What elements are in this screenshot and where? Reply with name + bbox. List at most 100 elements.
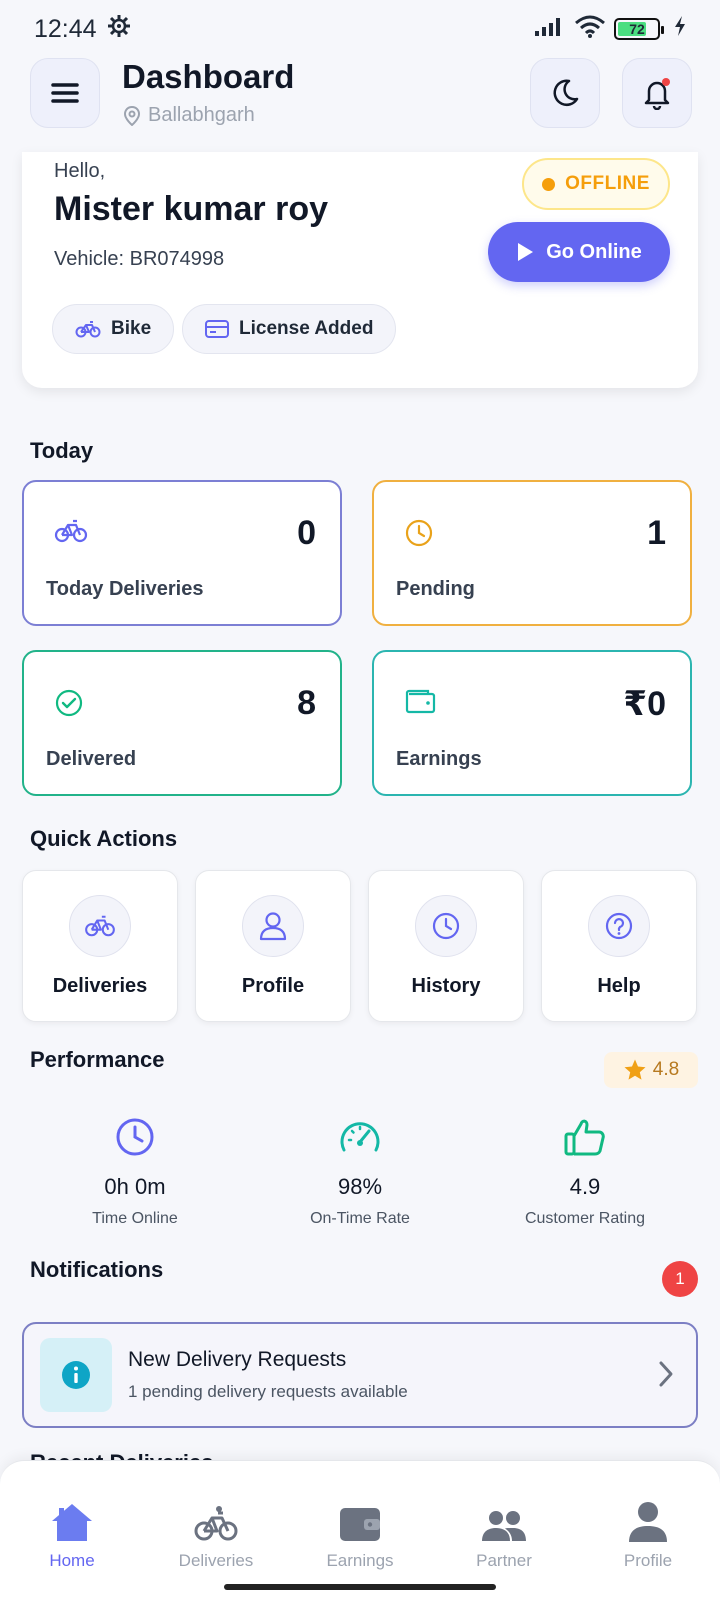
clock-icon [432, 912, 460, 940]
notifications-button[interactable] [622, 58, 692, 128]
bottom-nav: Home Deliveries Earnings Partner Profile [0, 1460, 720, 1600]
theme-toggle-button[interactable] [530, 58, 600, 128]
quick-action-icon-wrap [588, 895, 650, 957]
bicycle-icon [85, 915, 115, 937]
bicycle-icon [75, 321, 101, 338]
perf-label: Customer Rating [524, 1210, 646, 1227]
charging-icon [674, 15, 686, 44]
quick-action-label: Profile [241, 975, 305, 997]
menu-button[interactable] [30, 58, 100, 128]
notification-subtitle: 1 pending delivery requests available [128, 1382, 408, 1401]
nav-profile[interactable]: Profile [576, 1497, 720, 1571]
quick-action-profile[interactable]: Profile [195, 870, 351, 1022]
pending-label: Pending [396, 578, 475, 600]
driver-card: Hello, Mister kumar roy Vehicle: BR07499… [22, 152, 698, 388]
today-deliveries-label: Today Deliveries [46, 578, 204, 600]
quick-action-help[interactable]: Help [541, 870, 697, 1022]
bicycle-icon [54, 518, 88, 549]
speedometer-icon [245, 1116, 475, 1162]
perf-label: Time Online [92, 1210, 178, 1227]
status-time: 12:44 [34, 14, 97, 43]
notification-title: New Delivery Requests [128, 1348, 347, 1371]
go-online-label: Go Online [546, 240, 642, 263]
nav-label: Earnings [326, 1551, 394, 1570]
moon-icon [553, 79, 579, 106]
gear-icon [107, 14, 131, 45]
nav-home[interactable]: Home [0, 1497, 144, 1571]
help-circle-icon [605, 912, 633, 940]
earnings-card[interactable]: ₹0 Earnings [372, 650, 692, 796]
perf-value: 98% [337, 1174, 383, 1199]
perf-on-time-rate: 98% On-Time Rate [245, 1116, 475, 1228]
quick-action-icon-wrap [415, 895, 477, 957]
star-icon [624, 1059, 646, 1080]
vehicle-number: Vehicle: BR074998 [54, 248, 225, 270]
today-section-title: Today [30, 438, 94, 463]
nav-label: Home [49, 1551, 95, 1570]
nav-partner[interactable]: Partner [432, 1497, 576, 1571]
app-header: Dashboard Ballabhgarh [0, 56, 720, 152]
notification-count-badge: 1 [662, 1261, 698, 1297]
driver-name: Mister kumar roy [54, 190, 328, 228]
vehicle-type-chip: Bike [52, 304, 175, 354]
notification-icon-wrap [40, 1338, 112, 1412]
location-text: Ballabhgarh [148, 104, 255, 126]
chevron-right-icon [658, 1360, 674, 1393]
delivered-card[interactable]: 8 Delivered [22, 650, 342, 796]
pending-value: 1 [647, 514, 666, 552]
bell-icon [644, 78, 670, 110]
perf-value: 0h 0m [104, 1174, 166, 1199]
check-circle-icon [54, 688, 84, 723]
nav-deliveries[interactable]: Deliveries [144, 1497, 288, 1571]
quick-action-label: Deliveries [52, 975, 148, 997]
perf-value: 4.9 [569, 1174, 601, 1199]
license-label: License Added [239, 318, 374, 339]
clock-icon [404, 518, 434, 553]
rating-badge: 4.8 [604, 1052, 698, 1088]
status-dot-icon [542, 177, 556, 191]
quick-action-deliveries[interactable]: Deliveries [22, 870, 178, 1022]
earnings-value: ₹0 [623, 685, 666, 723]
thumbs-up-icon [470, 1116, 700, 1162]
performance-title: Performance [30, 1047, 165, 1072]
pending-card[interactable]: 1 Pending [372, 480, 692, 626]
nav-label: Profile [623, 1551, 673, 1570]
today-deliveries-value: 0 [297, 514, 316, 552]
page-title: Dashboard [122, 58, 295, 95]
quick-action-label: History [411, 975, 481, 997]
nav-label: Deliveries [178, 1551, 254, 1570]
home-icon [0, 1497, 144, 1543]
nav-label: Partner [476, 1551, 532, 1570]
delivered-value: 8 [297, 684, 316, 722]
users-icon [432, 1497, 576, 1543]
info-icon [62, 1361, 90, 1389]
battery-level: 72 [629, 21, 645, 37]
notification-item[interactable]: New Delivery Requests 1 pending delivery… [22, 1322, 698, 1428]
card-icon [205, 320, 229, 338]
status-badge: OFFLINE [522, 158, 670, 210]
quick-action-history[interactable]: History [368, 870, 524, 1022]
delivered-label: Delivered [46, 748, 137, 770]
go-online-button[interactable]: Go Online [488, 222, 670, 282]
status-text: OFFLINE [565, 173, 650, 194]
perf-label: On-Time Rate [310, 1210, 410, 1227]
wallet-icon [404, 688, 436, 719]
status-bar: 12:44 72 [0, 0, 720, 58]
greeting: Hello, [54, 160, 106, 182]
location-label: Ballabhgarh [124, 104, 255, 127]
rating-value: 4.8 [652, 1059, 680, 1080]
map-pin-icon [124, 105, 140, 126]
nav-earnings[interactable]: Earnings [288, 1497, 432, 1571]
clock-icon [20, 1116, 250, 1162]
hamburger-icon [51, 83, 79, 103]
notifications-title: Notifications [30, 1257, 164, 1282]
today-deliveries-card[interactable]: 0 Today Deliveries [22, 480, 342, 626]
quick-action-icon-wrap [69, 895, 131, 957]
quick-actions-title: Quick Actions [30, 826, 178, 851]
perf-customer-rating: 4.9 Customer Rating [470, 1116, 700, 1228]
signal-icon [534, 15, 566, 44]
quick-action-label: Help [597, 975, 641, 997]
wallet-icon [288, 1497, 432, 1543]
quick-action-icon-wrap [242, 895, 304, 957]
user-icon [576, 1497, 720, 1543]
